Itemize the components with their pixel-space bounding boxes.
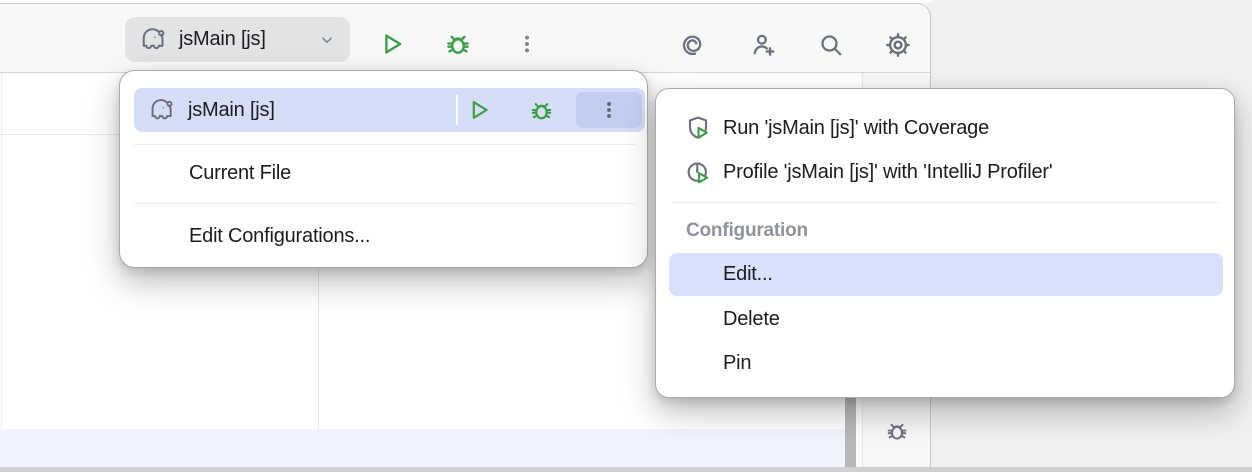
run-context-menu: Run 'jsMain [js]' with Coverage Profile … bbox=[655, 88, 1235, 398]
menu-item-edit-configurations[interactable]: Edit Configurations... bbox=[189, 216, 370, 256]
selected-config-label: jsMain [js] bbox=[188, 88, 275, 132]
row-divider bbox=[456, 95, 458, 125]
chevron-down-icon bbox=[316, 29, 338, 51]
menu-item-label: Run 'jsMain [js]' with Coverage bbox=[723, 106, 989, 150]
ai-assistant-button[interactable] bbox=[677, 29, 709, 61]
row-run-button[interactable] bbox=[465, 96, 493, 124]
submenu-separator bbox=[673, 202, 1219, 203]
window-bottom-edge bbox=[0, 467, 1252, 472]
row-more-actions-button[interactable] bbox=[576, 92, 642, 128]
menu-item-edit[interactable]: Edit... bbox=[669, 253, 1223, 296]
run-config-popup: jsMain [js] bbox=[119, 70, 648, 268]
table-grid-line-1 bbox=[0, 134, 120, 135]
run-button[interactable] bbox=[376, 28, 408, 60]
left-grid-line bbox=[1, 73, 2, 467]
debug-icon bbox=[443, 29, 473, 59]
menu-item-run-with-coverage[interactable]: Run 'jsMain [js]' with Coverage bbox=[656, 106, 1234, 150]
profiler-icon bbox=[683, 157, 713, 187]
run-play-icon bbox=[378, 30, 406, 58]
run-config-selector[interactable]: jsMain [js] bbox=[125, 17, 350, 62]
selected-table-row[interactable] bbox=[0, 429, 845, 467]
add-user-icon bbox=[749, 30, 779, 60]
menu-item-delete[interactable]: Delete bbox=[723, 299, 780, 339]
popup-selected-config-row[interactable]: jsMain [js] bbox=[134, 88, 645, 132]
debug-toolwindow-button[interactable] bbox=[883, 417, 911, 445]
gear-icon bbox=[883, 30, 913, 60]
menu-item-profile[interactable]: Profile 'jsMain [js]' with 'IntelliJ Pro… bbox=[656, 150, 1234, 194]
menu-item-pin[interactable]: Pin bbox=[723, 343, 751, 383]
coverage-icon bbox=[683, 113, 713, 143]
settings-button[interactable] bbox=[882, 29, 914, 61]
search-icon bbox=[816, 30, 846, 60]
gradle-elephant-icon bbox=[138, 25, 168, 55]
row-debug-button[interactable] bbox=[527, 96, 555, 124]
debug-button[interactable] bbox=[442, 28, 474, 60]
ide-screen: jsMain [js] bbox=[0, 0, 1252, 472]
kebab-menu-icon bbox=[515, 32, 539, 56]
menu-item-label: Profile 'jsMain [js]' with 'IntelliJ Pro… bbox=[723, 150, 1053, 194]
gradle-elephant-icon bbox=[147, 96, 176, 125]
vertical-scrollbar[interactable] bbox=[845, 397, 856, 467]
debug-bug-icon bbox=[884, 418, 910, 444]
popup-separator bbox=[134, 144, 635, 145]
popup-separator bbox=[134, 203, 635, 204]
menu-item-label: Edit... bbox=[723, 253, 773, 296]
run-config-label: jsMain [js] bbox=[179, 28, 266, 51]
code-with-me-button[interactable] bbox=[748, 29, 780, 61]
menu-item-current-file[interactable]: Current File bbox=[189, 153, 291, 193]
more-run-actions-button[interactable] bbox=[513, 28, 541, 60]
search-everywhere-button[interactable] bbox=[815, 29, 847, 61]
section-header-configuration: Configuration bbox=[686, 213, 808, 249]
kebab-menu-icon bbox=[598, 99, 620, 121]
ai-swirl-icon bbox=[678, 30, 708, 60]
